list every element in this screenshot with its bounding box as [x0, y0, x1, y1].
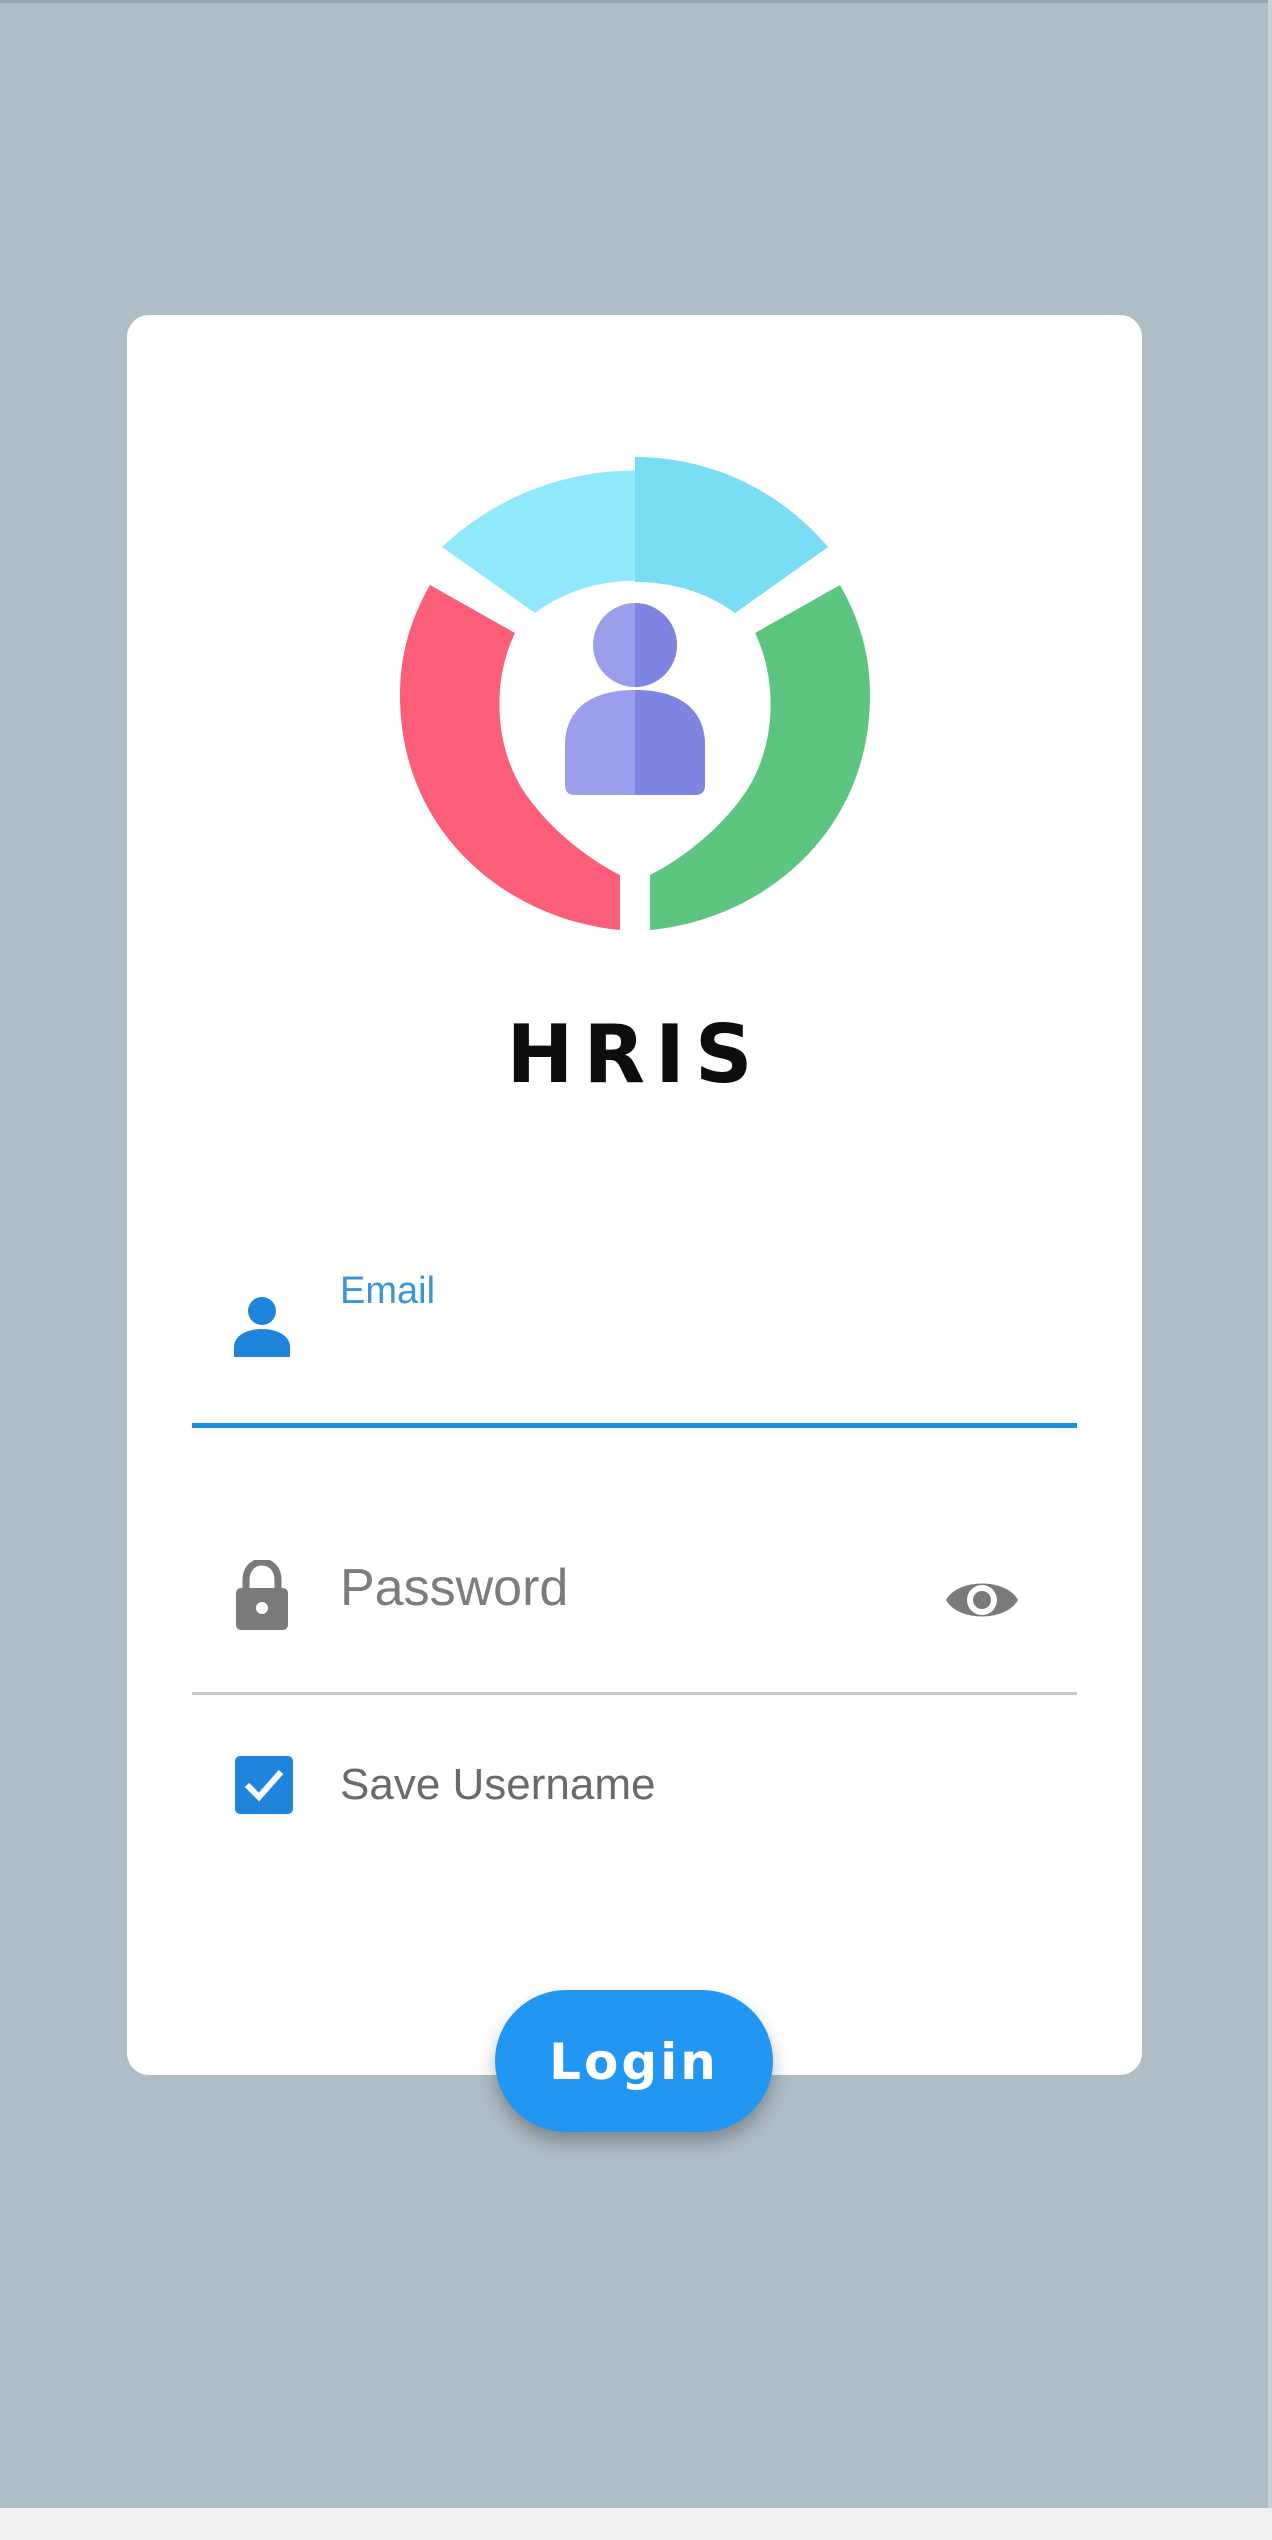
email-underline: [192, 1423, 1077, 1428]
eye-icon[interactable]: [944, 1570, 1020, 1630]
password-field[interactable]: Password: [192, 1500, 1077, 1695]
checkmark-icon: [244, 1770, 284, 1802]
lock-icon: [236, 1560, 288, 1630]
password-placeholder: Password: [340, 1559, 569, 1617]
email-field[interactable]: Email: [192, 1240, 1077, 1428]
login-button[interactable]: Login: [495, 1990, 773, 2132]
logo-top-segment-shade: [635, 457, 828, 613]
save-username-checkbox[interactable]: [235, 1756, 293, 1814]
save-username-label: Save Username: [340, 1760, 656, 1809]
person-icon: [234, 1297, 290, 1357]
right-edge: [1268, 0, 1272, 2508]
hris-logo-icon: [400, 457, 870, 930]
app-title: HRIS: [506, 1008, 763, 1101]
password-underline: [192, 1692, 1077, 1695]
email-label: Email: [340, 1270, 436, 1312]
bottom-strip: [0, 2508, 1272, 2540]
top-border: [0, 0, 1272, 3]
